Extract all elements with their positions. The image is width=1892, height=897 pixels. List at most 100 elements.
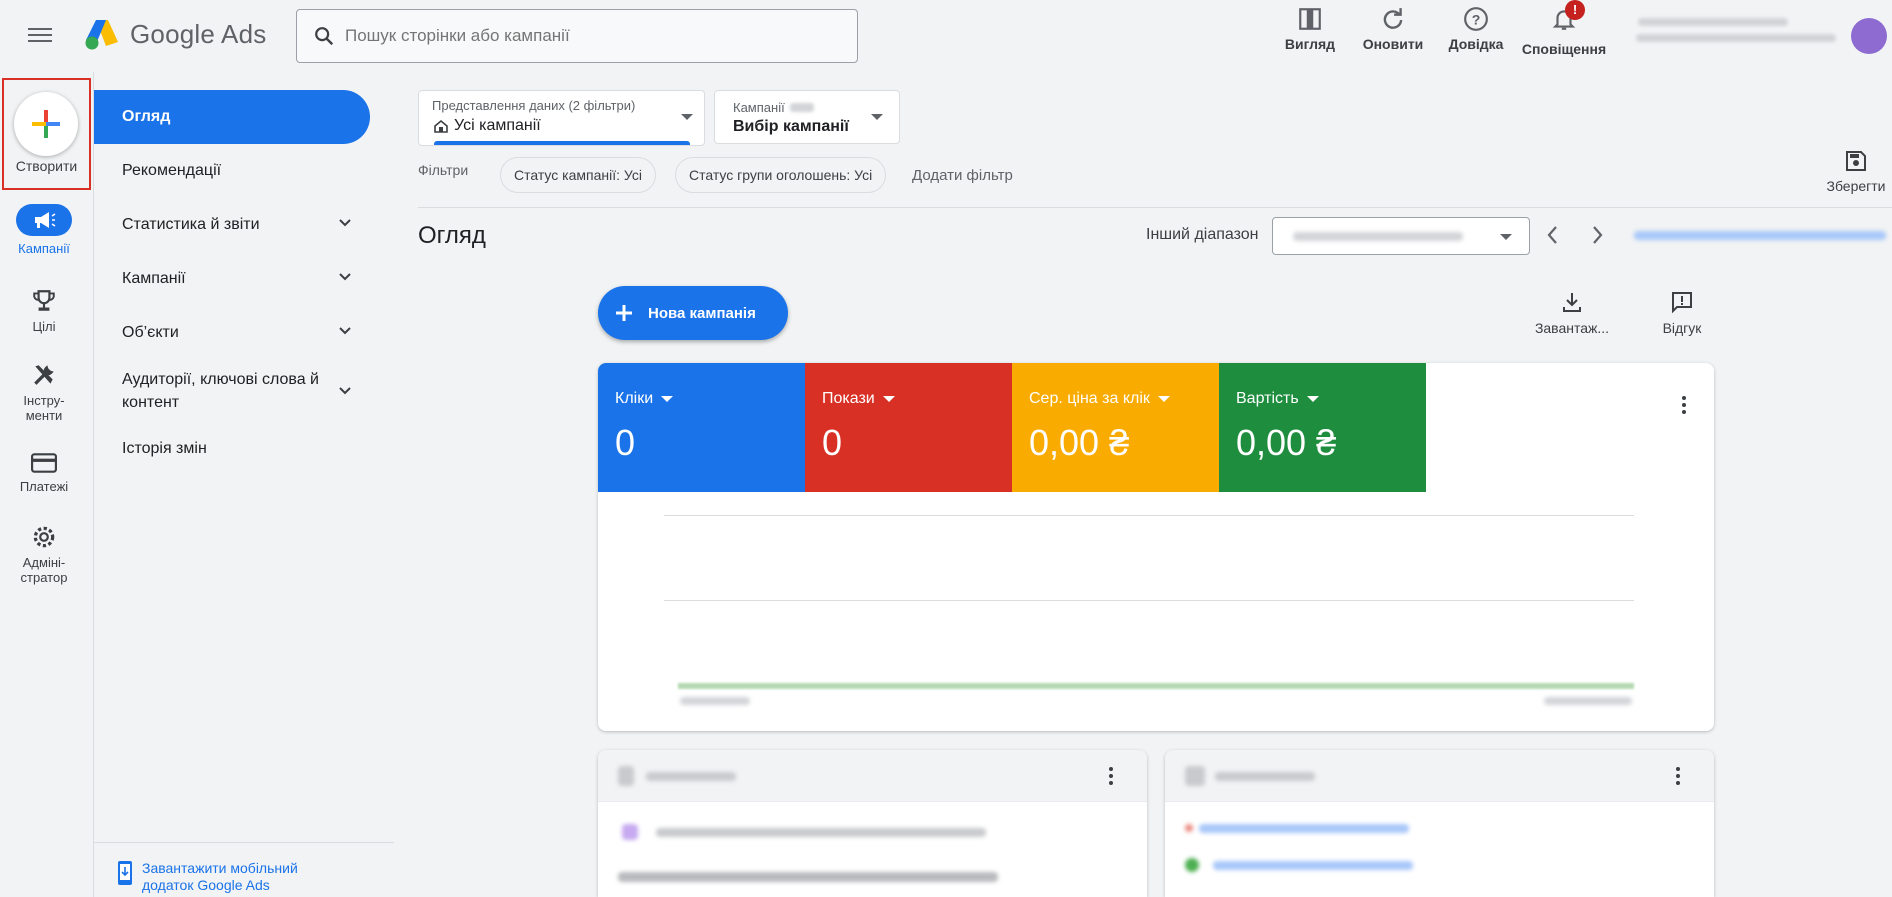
chart-gridline (664, 515, 1634, 516)
feedback-button[interactable]: Відгук (1652, 290, 1712, 336)
rail-item-admin[interactable]: Адміні-стратор (0, 524, 88, 585)
hamburger-menu-icon[interactable] (28, 24, 58, 48)
rail-item-label: Платежі (19, 479, 69, 494)
metric-name: Кліки (615, 390, 654, 407)
refresh-label: Оновити (1362, 36, 1424, 52)
mobile-app-link-label: Завантажити мобільний додаток Google Ads (142, 860, 298, 893)
help-label: Довідка (1448, 36, 1504, 52)
compare-link[interactable] (1634, 231, 1886, 240)
status-dot (1185, 824, 1193, 832)
nav-item-overview[interactable]: Огляд (94, 90, 370, 144)
chart-series-line (678, 683, 1634, 689)
account-info[interactable] (1636, 18, 1841, 50)
nav-item-campaigns[interactable]: Кампанії (94, 252, 370, 306)
campaign-link[interactable] (1213, 861, 1413, 870)
metric-value: 0 (822, 422, 843, 463)
campaign-dropdown[interactable]: Кампанії Вибір кампанії (714, 90, 900, 144)
campaign-dropdown-label: Кампанії (733, 100, 785, 115)
campaigns-card (1165, 750, 1714, 897)
next-period-icon[interactable] (1588, 224, 1606, 246)
recommendation-text (618, 872, 998, 882)
card-title (646, 772, 736, 781)
search-input[interactable] (345, 26, 825, 46)
gear-icon (33, 526, 55, 548)
download-icon (1563, 293, 1581, 312)
metric-tile-avg-cpc[interactable]: Сер. ціна за клік 0,00 ₴ (1012, 363, 1219, 492)
navigation-panel: Огляд Рекомендації Статистика й звіти Ка… (93, 72, 394, 897)
lightbulb-icon (618, 766, 634, 786)
nav-item-change-history[interactable]: Історія змін (94, 422, 370, 476)
home-icon (434, 119, 448, 133)
metric-tile-cost[interactable]: Вартість 0,00 ₴ (1219, 363, 1426, 492)
filter-chip-campaign-status[interactable]: Статус кампанії: Усі (500, 157, 656, 193)
save-button[interactable]: Зберегти (1823, 150, 1889, 194)
chart-start-date (680, 697, 750, 705)
prev-period-icon[interactable] (1544, 224, 1562, 246)
metric-name: Покази (822, 390, 875, 407)
plus-icon (32, 110, 60, 138)
view-button[interactable]: Вигляд (1265, 6, 1355, 52)
rail-item-billing[interactable]: Платежі (0, 452, 88, 494)
dropdown-caret-icon (871, 114, 883, 120)
download-label: Завантаж... (1534, 320, 1610, 336)
more-options-icon[interactable] (1682, 393, 1686, 417)
rail-item-label: Адміні-стратор (20, 555, 68, 585)
app-name: Google Ads (130, 18, 267, 49)
blurred-count (789, 103, 814, 112)
notifications-button[interactable]: ! Сповіщення (1519, 0, 1609, 57)
nav-item-label: Аудиторії, ключові слова й контент (122, 371, 319, 411)
chevron-down-icon (339, 327, 351, 335)
metric-value: 0,00 ₴ (1029, 422, 1130, 463)
plus-icon (616, 305, 632, 321)
nav-item-label: Рекомендації (122, 162, 222, 179)
date-range-dropdown[interactable] (1272, 217, 1530, 255)
nav-item-audiences[interactable]: Аудиторії, ключові слова й контент (94, 360, 370, 422)
nav-item-assets[interactable]: Об’єкти (94, 306, 370, 360)
nav-divider (94, 842, 394, 843)
rail-item-label: Інстру-менти (23, 393, 65, 423)
metric-value: 0,00 ₴ (1236, 422, 1337, 463)
feedback-label: Відгук (1662, 320, 1702, 336)
status-dot (1185, 858, 1199, 872)
chip-label: Статус групи оголошень: Усі (689, 167, 873, 183)
help-button[interactable]: ? Довідка (1431, 6, 1521, 52)
data-view-label: Представлення даних (2 фільтри) (432, 98, 636, 113)
more-options-icon[interactable] (1676, 764, 1680, 788)
chart-end-date (1544, 697, 1632, 705)
new-campaign-label: Нова кампанія (648, 304, 756, 322)
metric-name: Сер. ціна за клік (1029, 390, 1150, 407)
rail-item-tools[interactable]: Інстру-менти (0, 362, 88, 423)
rail-item-label: Цілі (32, 319, 56, 334)
new-campaign-button[interactable]: Нова кампанія (598, 286, 788, 340)
filter-chip-adgroup-status[interactable]: Статус групи оголошень: Усі (675, 157, 887, 193)
search-bar[interactable] (296, 9, 858, 63)
download-button[interactable]: Завантаж... (1526, 290, 1618, 336)
nav-item-recommendations[interactable]: Рекомендації (94, 144, 370, 198)
dropdown-caret-icon (681, 114, 693, 120)
more-options-icon[interactable] (1109, 764, 1113, 788)
create-button-highlight: Створити (2, 78, 91, 190)
filters-label: Фільтри (418, 162, 469, 178)
campaign-link[interactable] (1199, 824, 1409, 833)
recommendations-card (598, 750, 1147, 897)
metric-value: 0 (615, 422, 636, 463)
google-ads-logo[interactable]: Google Ads (84, 18, 266, 50)
nav-item-label: Кампанії (122, 270, 186, 287)
nav-item-insights-reports[interactable]: Статистика й звіти (94, 198, 370, 252)
avatar[interactable] (1851, 18, 1887, 54)
metric-tile-impressions[interactable]: Покази 0 (805, 363, 1012, 492)
add-filter-button[interactable]: Додати фільтр (912, 167, 1013, 184)
mobile-app-link[interactable]: Завантажити мобільний додаток Google Ads (116, 860, 320, 894)
metric-tile-clicks[interactable]: Кліки 0 (598, 363, 805, 492)
card-title (1215, 772, 1315, 781)
svg-text:?: ? (1472, 11, 1481, 27)
rail-item-goals[interactable]: Цілі (0, 288, 88, 334)
data-view-dropdown[interactable]: Представлення даних (2 фільтри) Усі камп… (418, 90, 705, 146)
rail-item-campaigns[interactable]: Кампанії (0, 204, 88, 256)
mobile-download-icon (118, 861, 132, 885)
campaign-dropdown-value: Вибір кампанії (733, 118, 849, 135)
campaigns-icon (1185, 766, 1205, 786)
refresh-button[interactable]: Оновити (1348, 6, 1438, 52)
nav-item-label: Статистика й звіти (122, 216, 260, 233)
create-button[interactable] (14, 92, 78, 156)
